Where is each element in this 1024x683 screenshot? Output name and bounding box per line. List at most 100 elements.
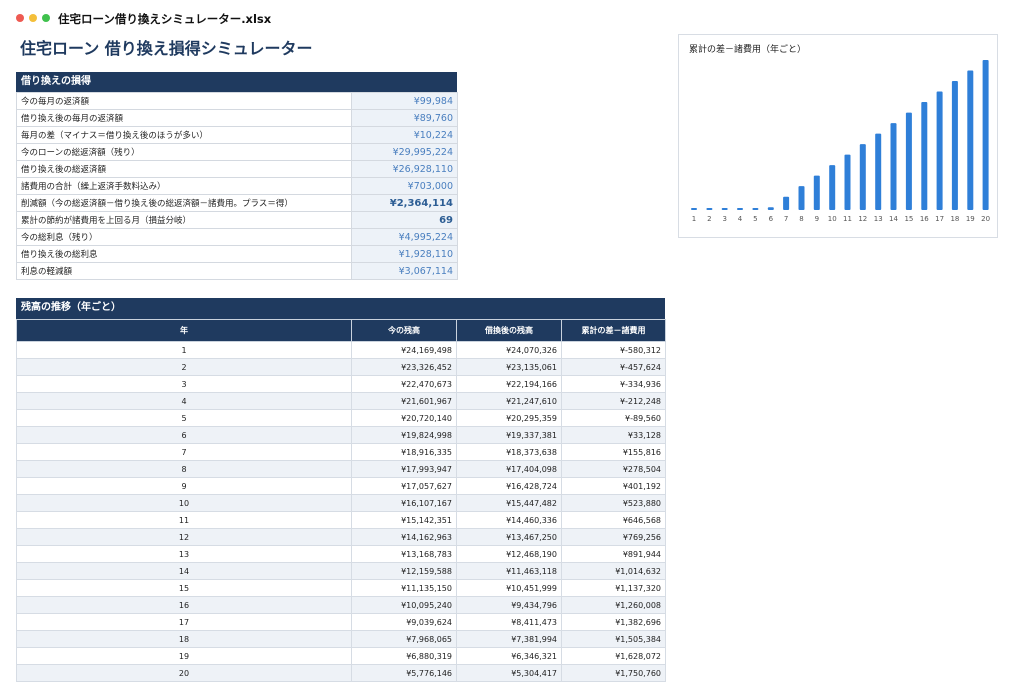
cumulative-diff-cell[interactable]: ¥1,505,384 <box>561 630 666 648</box>
refinanced-balance-cell[interactable]: ¥22,194,166 <box>456 375 562 393</box>
cumulative-diff-cell[interactable]: ¥1,750,760 <box>561 664 666 682</box>
refinanced-balance-cell[interactable]: ¥13,467,250 <box>456 528 562 546</box>
summary-value-cell[interactable]: 69 <box>351 211 458 229</box>
chart-bar[interactable] <box>813 175 820 210</box>
summary-label-cell[interactable]: 累計の節約が諸費用を上回る月（損益分岐） <box>16 211 352 229</box>
current-balance-cell[interactable]: ¥5,776,146 <box>351 664 457 682</box>
cumulative-diff-cell[interactable]: ¥1,628,072 <box>561 647 666 665</box>
chart-bar[interactable] <box>829 165 836 210</box>
current-balance-cell[interactable]: ¥17,993,947 <box>351 460 457 478</box>
summary-label-cell[interactable]: 借り換え後の総利息 <box>16 245 352 263</box>
chart-bar[interactable] <box>706 208 713 210</box>
chart-bar[interactable] <box>982 60 989 210</box>
current-balance-cell[interactable]: ¥21,601,967 <box>351 392 457 410</box>
summary-value-cell[interactable]: ¥703,000 <box>351 177 458 195</box>
cumulative-diff-cell[interactable]: ¥1,014,632 <box>561 562 666 580</box>
refinanced-balance-cell[interactable]: ¥12,468,190 <box>456 545 562 563</box>
summary-label-cell[interactable]: 利息の軽減額 <box>16 262 352 280</box>
summary-value-cell[interactable]: ¥89,760 <box>351 109 458 127</box>
cumulative-diff-cell[interactable]: ¥646,568 <box>561 511 666 529</box>
current-balance-cell[interactable]: ¥11,135,150 <box>351 579 457 597</box>
chart-bar[interactable] <box>752 208 759 210</box>
year-cell[interactable]: 1 <box>16 341 352 359</box>
summary-value-cell[interactable]: ¥10,224 <box>351 126 458 144</box>
cumulative-diff-cell[interactable]: ¥-89,560 <box>561 409 666 427</box>
summary-value-cell[interactable]: ¥1,928,110 <box>351 245 458 263</box>
year-cell[interactable]: 14 <box>16 562 352 580</box>
chart-bar[interactable] <box>936 91 943 211</box>
current-balance-cell[interactable]: ¥12,159,588 <box>351 562 457 580</box>
current-balance-cell[interactable]: ¥22,470,673 <box>351 375 457 393</box>
cumulative-diff-cell[interactable]: ¥155,816 <box>561 443 666 461</box>
cumulative-diff-cell[interactable]: ¥-334,936 <box>561 375 666 393</box>
summary-value-cell[interactable]: ¥99,984 <box>351 92 458 110</box>
cumulative-diff-cell[interactable]: ¥-212,248 <box>561 392 666 410</box>
chart-bar[interactable] <box>783 196 790 210</box>
refinanced-balance-cell[interactable]: ¥7,381,994 <box>456 630 562 648</box>
chart-bar[interactable] <box>721 208 728 210</box>
summary-label-cell[interactable]: 諸費用の合計（繰上返済手数料込み） <box>16 177 352 195</box>
summary-value-cell[interactable]: ¥29,995,224 <box>351 143 458 161</box>
refinanced-balance-cell[interactable]: ¥6,346,321 <box>456 647 562 665</box>
refinanced-balance-cell[interactable]: ¥11,463,118 <box>456 562 562 580</box>
refinanced-balance-cell[interactable]: ¥5,304,417 <box>456 664 562 682</box>
cumulative-diff-cell[interactable]: ¥401,192 <box>561 477 666 495</box>
chart-bar[interactable] <box>767 207 774 210</box>
refinanced-balance-cell[interactable]: ¥15,447,482 <box>456 494 562 512</box>
current-balance-cell[interactable]: ¥9,039,624 <box>351 613 457 631</box>
cumulative-diff-cell[interactable]: ¥-580,312 <box>561 341 666 359</box>
current-balance-cell[interactable]: ¥19,824,998 <box>351 426 457 444</box>
year-cell[interactable]: 15 <box>16 579 352 597</box>
cumulative-diff-cell[interactable]: ¥33,128 <box>561 426 666 444</box>
current-balance-cell[interactable]: ¥15,142,351 <box>351 511 457 529</box>
year-cell[interactable]: 12 <box>16 528 352 546</box>
year-cell[interactable]: 16 <box>16 596 352 614</box>
current-balance-cell[interactable]: ¥23,326,452 <box>351 358 457 376</box>
refinanced-balance-cell[interactable]: ¥9,434,796 <box>456 596 562 614</box>
refinanced-balance-cell[interactable]: ¥18,373,638 <box>456 443 562 461</box>
cumulative-diff-cell[interactable]: ¥1,137,320 <box>561 579 666 597</box>
summary-label-cell[interactable]: 削減額（今の総返済額－借り換え後の総返済額－諸費用。プラス＝得） <box>16 194 352 212</box>
refinanced-balance-cell[interactable]: ¥24,070,326 <box>456 341 562 359</box>
chart-bar[interactable] <box>967 70 974 211</box>
summary-value-cell[interactable]: ¥26,928,110 <box>351 160 458 178</box>
summary-label-cell[interactable]: 今のローンの総返済額（残り） <box>16 143 352 161</box>
year-cell[interactable]: 6 <box>16 426 352 444</box>
refinanced-balance-cell[interactable]: ¥23,135,061 <box>456 358 562 376</box>
summary-value-cell[interactable]: ¥4,995,224 <box>351 228 458 246</box>
column-header-refinanced-balance[interactable]: 借換後の残高 <box>456 319 562 342</box>
current-balance-cell[interactable]: ¥18,916,335 <box>351 443 457 461</box>
refinanced-balance-cell[interactable]: ¥8,411,473 <box>456 613 562 631</box>
refinanced-balance-cell[interactable]: ¥20,295,359 <box>456 409 562 427</box>
refinanced-balance-cell[interactable]: ¥19,337,381 <box>456 426 562 444</box>
year-cell[interactable]: 2 <box>16 358 352 376</box>
chart-bar[interactable] <box>798 186 805 210</box>
refinanced-balance-cell[interactable]: ¥21,247,610 <box>456 392 562 410</box>
minimize-window-button[interactable] <box>29 14 37 22</box>
year-cell[interactable]: 4 <box>16 392 352 410</box>
refinanced-balance-cell[interactable]: ¥10,451,999 <box>456 579 562 597</box>
cumulative-diff-cell[interactable]: ¥891,944 <box>561 545 666 563</box>
cumulative-diff-cell[interactable]: ¥769,256 <box>561 528 666 546</box>
summary-label-cell[interactable]: 毎月の差（マイナス＝借り換え後のほうが多い） <box>16 126 352 144</box>
chart-bar[interactable] <box>890 123 897 210</box>
year-cell[interactable]: 10 <box>16 494 352 512</box>
year-cell[interactable]: 13 <box>16 545 352 563</box>
refinanced-balance-cell[interactable]: ¥17,404,098 <box>456 460 562 478</box>
close-window-button[interactable] <box>16 14 24 22</box>
column-header-cumulative-diff[interactable]: 累計の差－諸費用 <box>561 319 666 342</box>
year-cell[interactable]: 5 <box>16 409 352 427</box>
cumulative-diff-cell[interactable]: ¥523,880 <box>561 494 666 512</box>
current-balance-cell[interactable]: ¥13,168,783 <box>351 545 457 563</box>
year-cell[interactable]: 11 <box>16 511 352 529</box>
summary-label-cell[interactable]: 借り換え後の毎月の返済額 <box>16 109 352 127</box>
column-header-year[interactable]: 年 <box>16 319 352 342</box>
summary-label-cell[interactable]: 借り換え後の総返済額 <box>16 160 352 178</box>
year-cell[interactable]: 19 <box>16 647 352 665</box>
current-balance-cell[interactable]: ¥14,162,963 <box>351 528 457 546</box>
current-balance-cell[interactable]: ¥17,057,627 <box>351 477 457 495</box>
maximize-window-button[interactable] <box>42 14 50 22</box>
year-cell[interactable]: 9 <box>16 477 352 495</box>
chart-bar[interactable] <box>691 208 697 210</box>
cumulative-diff-chart[interactable]: 累計の差－諸費用（年ごと） 1 2 3 4 5 6 7 8 9 10 11 12 13 14 15 16 17 1… <box>678 34 998 238</box>
